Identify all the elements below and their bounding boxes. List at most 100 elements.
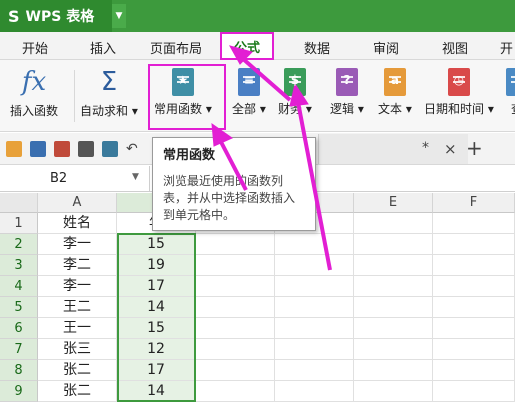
empty-cell[interactable]: [433, 360, 515, 381]
empty-cell[interactable]: [354, 297, 433, 318]
empty-cell[interactable]: [433, 381, 515, 402]
row-header-7[interactable]: 7: [0, 339, 38, 360]
app-title: WPS 表格: [25, 9, 95, 25]
tab-data[interactable]: 数据: [304, 38, 330, 57]
empty-cell[interactable]: [196, 318, 275, 339]
tab-view[interactable]: 视图: [442, 38, 468, 57]
cell-age[interactable]: 17: [117, 360, 196, 381]
empty-cell[interactable]: [275, 381, 354, 402]
cell-name[interactable]: 李二: [38, 255, 117, 276]
book-icon: ≡: [237, 68, 260, 96]
empty-cell[interactable]: [433, 276, 515, 297]
empty-cell[interactable]: [275, 234, 354, 255]
empty-cell[interactable]: [433, 318, 515, 339]
chevron-down-icon[interactable]: ▼: [132, 172, 139, 182]
print-preview-icon[interactable]: [102, 141, 118, 157]
cell-age[interactable]: 15: [117, 318, 196, 339]
finance-functions-button[interactable]: $ 财务 ▾: [278, 66, 312, 117]
empty-cell[interactable]: [433, 297, 515, 318]
empty-cell[interactable]: [196, 255, 275, 276]
question-book-icon: ?: [335, 68, 358, 96]
row-header-2[interactable]: 2: [0, 234, 38, 255]
empty-cell[interactable]: [196, 276, 275, 297]
empty-cell[interactable]: [354, 213, 433, 234]
tab-page-layout[interactable]: 页面布局: [150, 38, 202, 57]
column-header-f[interactable]: F: [433, 193, 515, 213]
row-header-6[interactable]: 6: [0, 318, 38, 339]
column-header-a[interactable]: A: [38, 193, 117, 213]
empty-cell[interactable]: [433, 255, 515, 276]
lookup-book-icon: [506, 68, 515, 96]
empty-cell[interactable]: [275, 360, 354, 381]
all-functions-button[interactable]: ≡ 全部 ▾: [232, 66, 266, 117]
empty-cell[interactable]: [196, 381, 275, 402]
row-header-8[interactable]: 8: [0, 360, 38, 381]
empty-cell[interactable]: [275, 255, 354, 276]
cell-a1-name-header[interactable]: 姓名: [38, 213, 117, 234]
empty-cell[interactable]: [354, 276, 433, 297]
empty-cell[interactable]: [275, 276, 354, 297]
insert-function-button[interactable]: fx 插入函数: [10, 66, 58, 119]
cell-age[interactable]: 14: [117, 381, 196, 402]
empty-cell[interactable]: [354, 318, 433, 339]
row-header-9[interactable]: 9: [0, 381, 38, 402]
app-menu-button[interactable]: S WPS 表格: [0, 0, 112, 32]
logic-functions-button[interactable]: ? 逻辑 ▾: [330, 66, 364, 117]
name-box[interactable]: B2: [0, 166, 150, 192]
select-all-corner[interactable]: [0, 193, 38, 213]
export-pdf-icon[interactable]: [54, 141, 70, 157]
cell-name[interactable]: 王一: [38, 318, 117, 339]
ribbon-tabs: 开始 插入 页面布局 公式 数据 审阅 视图 开: [0, 32, 515, 60]
row-header-1[interactable]: 1: [0, 213, 38, 234]
empty-cell[interactable]: [354, 339, 433, 360]
cell-age[interactable]: 14: [117, 297, 196, 318]
print-icon[interactable]: [78, 141, 94, 157]
empty-cell[interactable]: [433, 213, 515, 234]
cell-age[interactable]: 15: [117, 234, 196, 255]
empty-cell[interactable]: [275, 297, 354, 318]
cell-name[interactable]: 张二: [38, 381, 117, 402]
cell-age[interactable]: 17: [117, 276, 196, 297]
row-header-3[interactable]: 3: [0, 255, 38, 276]
cell-name[interactable]: 张二: [38, 360, 117, 381]
tab-developer[interactable]: 开: [500, 38, 513, 57]
empty-cell[interactable]: [354, 234, 433, 255]
chevron-down-icon[interactable]: ▼: [112, 4, 126, 28]
autosum-button[interactable]: Σ 自动求和 ▾: [80, 66, 138, 119]
tab-formulas[interactable]: 公式: [220, 32, 275, 60]
column-header-e[interactable]: E: [354, 193, 433, 213]
empty-cell[interactable]: [354, 360, 433, 381]
row-header-4[interactable]: 4: [0, 276, 38, 297]
new-tab-icon[interactable]: +: [466, 136, 483, 160]
empty-cell[interactable]: [433, 339, 515, 360]
close-tab-icon[interactable]: ×: [444, 140, 457, 158]
datetime-functions-button[interactable]: ◷ 日期和时间 ▾: [424, 66, 494, 117]
open-folder-icon[interactable]: [6, 141, 22, 157]
empty-cell[interactable]: [275, 339, 354, 360]
cell-name[interactable]: 王二: [38, 297, 117, 318]
text-functions-button[interactable]: a 文本 ▾: [378, 66, 412, 117]
undo-icon[interactable]: ↶: [126, 141, 142, 157]
empty-cell[interactable]: [196, 339, 275, 360]
title-bar: S WPS 表格 ▼: [0, 0, 515, 32]
cell-name[interactable]: 李一: [38, 234, 117, 255]
save-icon[interactable]: [30, 141, 46, 157]
empty-cell[interactable]: [354, 381, 433, 402]
empty-cell[interactable]: [196, 360, 275, 381]
sigma-icon: Σ: [100, 67, 118, 97]
cell-age[interactable]: 19: [117, 255, 196, 276]
wps-logo-icon: S: [8, 6, 20, 26]
cell-name[interactable]: 张三: [38, 339, 117, 360]
lookup-functions-button[interactable]: 查: [506, 66, 515, 117]
tab-home[interactable]: 开始: [22, 38, 48, 57]
tab-insert[interactable]: 插入: [90, 38, 116, 57]
row-header-5[interactable]: 5: [0, 297, 38, 318]
empty-cell[interactable]: [433, 234, 515, 255]
cell-name[interactable]: 李一: [38, 276, 117, 297]
tab-review[interactable]: 审阅: [373, 38, 399, 57]
empty-cell[interactable]: [354, 255, 433, 276]
empty-cell[interactable]: [196, 234, 275, 255]
empty-cell[interactable]: [275, 318, 354, 339]
empty-cell[interactable]: [196, 297, 275, 318]
cell-age[interactable]: 12: [117, 339, 196, 360]
